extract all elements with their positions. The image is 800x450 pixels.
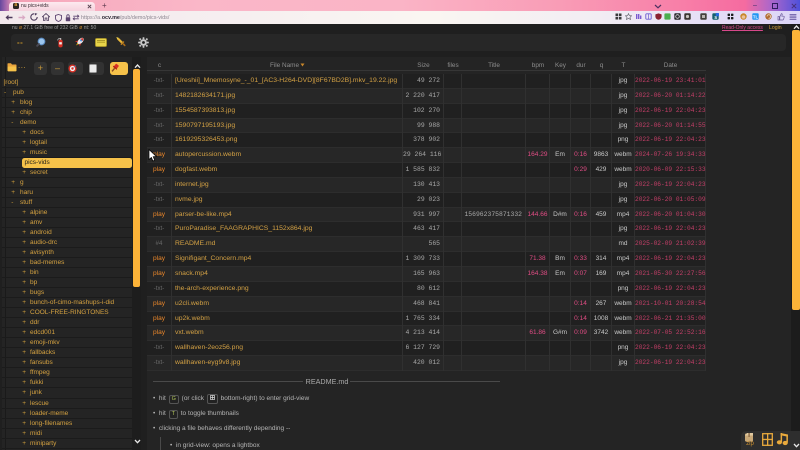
- svg-text:TL: TL: [753, 14, 759, 19]
